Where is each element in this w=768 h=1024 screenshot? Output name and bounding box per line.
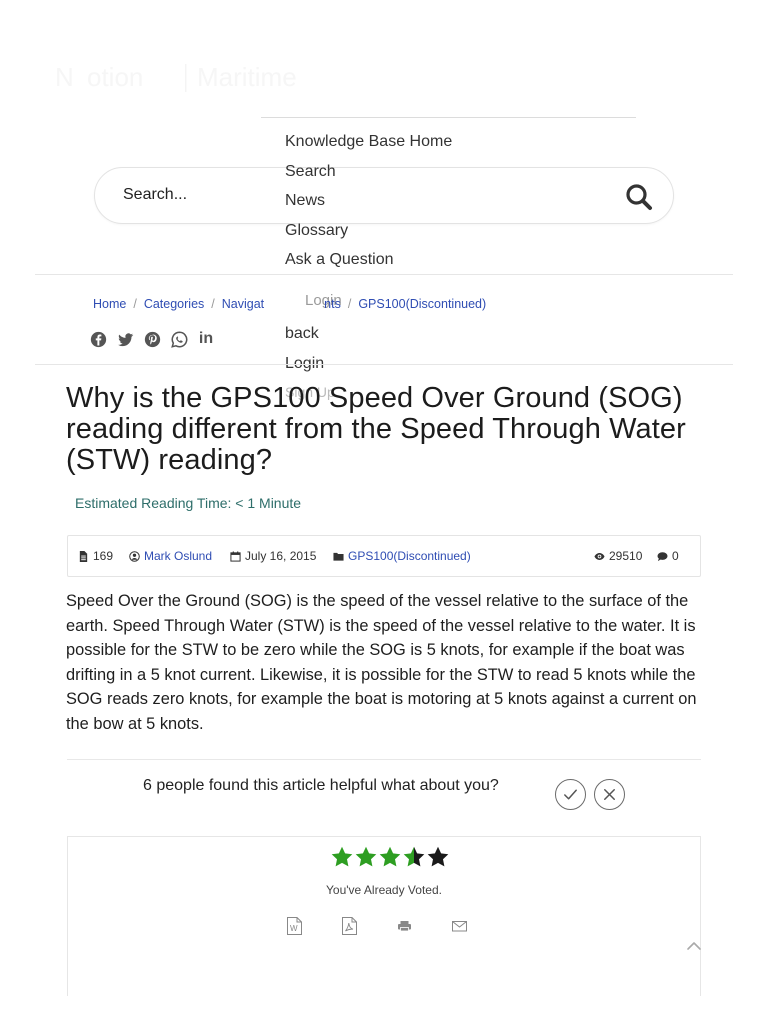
- svg-text:W: W: [290, 924, 298, 933]
- category-link[interactable]: GPS100(Discontinued): [348, 549, 471, 563]
- svg-text:N: N: [55, 62, 74, 92]
- star-icon[interactable]: [354, 845, 378, 869]
- helpful-question: 6 people found this article helpful what…: [143, 777, 499, 794]
- print-icon[interactable]: [396, 917, 413, 935]
- rating-box: You've Already Voted. W: [67, 836, 701, 996]
- menu-item-search[interactable]: Search: [285, 163, 336, 181]
- star-icon[interactable]: [402, 845, 426, 869]
- linkedin-icon[interactable]: in: [197, 330, 215, 348]
- breadcrumb-separator: /: [211, 297, 215, 311]
- calendar-icon: [230, 550, 241, 562]
- twitter-icon[interactable]: [116, 330, 134, 348]
- views-count: 29510: [609, 549, 643, 563]
- helpful-no-button[interactable]: [594, 779, 625, 810]
- document-icon: [79, 550, 88, 562]
- search-bar: [94, 167, 674, 224]
- star-icon[interactable]: [330, 845, 354, 869]
- breadcrumb-fragment-nts: nts: [324, 297, 341, 311]
- article-category: GPS100(Discontinued): [333, 549, 471, 563]
- article-comments: 0: [657, 549, 679, 563]
- eye-icon: [594, 552, 605, 560]
- author-link[interactable]: Mark Oslund: [144, 549, 212, 563]
- voted-message: You've Already Voted.: [326, 883, 442, 897]
- article-id: 169: [78, 549, 113, 563]
- reading-time: Estimated Reading Time: < 1 Minute: [75, 495, 302, 511]
- article-views: 29510: [594, 549, 642, 563]
- page-title: Why is the GPS100 Speed Over Ground (SOG…: [66, 382, 686, 476]
- breadcrumb-separator: /: [133, 297, 137, 311]
- pdf-export-icon[interactable]: [341, 917, 358, 935]
- export-tools: W: [286, 917, 468, 935]
- article-id-value: 169: [93, 549, 114, 563]
- star-rating[interactable]: [330, 845, 450, 869]
- facebook-icon[interactable]: [89, 330, 107, 348]
- article-meta: 169 Mark Oslund July 16, 2015 GPS100(Dis…: [67, 535, 701, 577]
- breadcrumb-navigation-instruments[interactable]: Navigat nts: [222, 297, 341, 311]
- comment-icon: [657, 551, 668, 561]
- star-icon[interactable]: [426, 845, 450, 869]
- article-date-value: July 16, 2015: [245, 549, 317, 563]
- folder-icon: [333, 552, 344, 561]
- email-icon[interactable]: [451, 917, 468, 935]
- search-input[interactable]: [123, 186, 273, 204]
- menu-item-back[interactable]: back: [285, 325, 319, 343]
- breadcrumb: Home / Categories / Navigat nts / GPS100(Discon…: [93, 297, 486, 311]
- user-circle-icon: [129, 550, 140, 562]
- pinterest-icon[interactable]: [143, 330, 161, 348]
- whatsapp-icon[interactable]: [170, 330, 188, 348]
- helpful-yes-button[interactable]: [555, 779, 586, 810]
- svg-text:Maritime: Maritime: [197, 62, 297, 92]
- breadcrumb-categories[interactable]: Categories: [144, 297, 204, 311]
- article-date: July 16, 2015: [230, 549, 316, 563]
- menu-item-news[interactable]: News: [285, 192, 325, 210]
- breadcrumb-divider: [35, 364, 733, 365]
- comments-count: 0: [672, 549, 679, 563]
- breadcrumb-current[interactable]: GPS100(Discontinued): [358, 297, 486, 311]
- article-author: Mark Oslund: [129, 549, 212, 563]
- breadcrumb-home[interactable]: Home: [93, 297, 126, 311]
- article-body: Speed Over the Ground (SOG) is the speed…: [66, 592, 697, 733]
- breadcrumb-fragment-navigat: Navigat: [221, 297, 265, 311]
- social-share: in: [89, 330, 215, 348]
- word-export-icon[interactable]: W: [286, 917, 303, 935]
- nav-divider: [261, 117, 636, 118]
- menu-item-glossary[interactable]: Glossary: [285, 222, 348, 240]
- header-divider: [35, 274, 733, 275]
- menu-item-knowledge-base-home[interactable]: Knowledge Base Home: [285, 133, 452, 151]
- scroll-to-top-icon[interactable]: [684, 936, 704, 956]
- star-icon[interactable]: [378, 845, 402, 869]
- menu-item-ask-a-question[interactable]: Ask a Question: [285, 251, 394, 269]
- breadcrumb-separator: /: [347, 297, 352, 311]
- site-logo[interactable]: N otion Maritime: [55, 58, 345, 98]
- svg-text:otion: otion: [87, 62, 143, 92]
- close-icon: [604, 789, 615, 800]
- check-icon: [564, 789, 577, 800]
- search-icon[interactable]: [625, 183, 653, 211]
- feedback-divider: [67, 759, 701, 760]
